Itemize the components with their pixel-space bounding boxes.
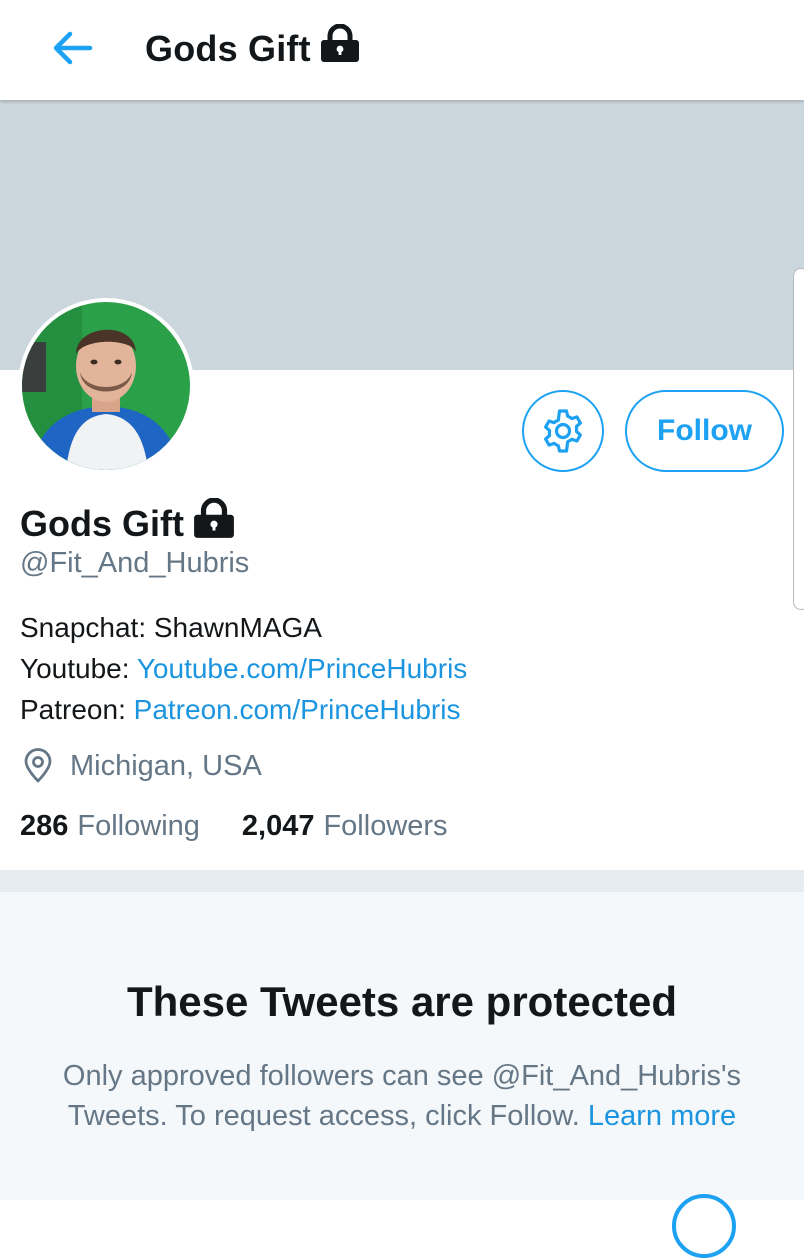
avatar[interactable] xyxy=(18,298,194,474)
page-title-text: Gods Gift xyxy=(145,27,311,69)
protected-title: These Tweets are protected xyxy=(126,978,678,1025)
bio-patreon: Patreon: Patreon.com/PrinceHubris xyxy=(20,689,467,730)
location-text: Michigan, USA xyxy=(70,749,262,782)
profile-bio: Snapchat: ShawnMAGA Youtube: Youtube.com… xyxy=(20,607,467,730)
protected-line-2: Tweets. To request access, click Follow.… xyxy=(0,1096,804,1136)
bio-youtube: Youtube: Youtube.com/PrinceHubris xyxy=(20,648,467,689)
profile-display-name: Gods Gift xyxy=(20,497,236,549)
compose-fab[interactable] xyxy=(672,1194,736,1258)
lock-icon xyxy=(319,23,361,73)
scroll-indicator[interactable] xyxy=(793,268,804,610)
follow-button[interactable]: Follow xyxy=(625,390,784,472)
profile-settings-button[interactable] xyxy=(522,390,604,472)
section-divider xyxy=(0,870,804,892)
following-stat[interactable]: 286 Following xyxy=(20,810,200,843)
protected-line-2-text: Tweets. To request access, click Follow. xyxy=(67,1100,580,1132)
bio-snapchat: Snapchat: ShawnMAGA xyxy=(20,612,322,643)
bio-youtube-prefix: Youtube: xyxy=(20,653,137,684)
protected-tweets-section xyxy=(0,892,804,1200)
protected-line-1: Only approved followers can see @Fit_And… xyxy=(62,1060,742,1092)
bio-patreon-prefix: Patreon: xyxy=(20,694,134,725)
display-name-text: Gods Gift xyxy=(20,502,184,544)
follow-button-label: Follow xyxy=(657,414,752,447)
profile-location: Michigan, USA xyxy=(20,748,262,784)
learn-more-link[interactable]: Learn more xyxy=(588,1100,736,1132)
followers-label: Followers xyxy=(323,810,448,842)
followers-stat[interactable]: 2,047 Followers xyxy=(242,810,448,843)
top-app-bar: Gods Gift xyxy=(0,0,804,100)
arrow-left-icon xyxy=(53,31,93,65)
profile-stats: 286 Following 2,047 Followers xyxy=(20,810,448,843)
following-label: Following xyxy=(77,810,200,842)
patreon-link[interactable]: Patreon.com/PrinceHubris xyxy=(134,694,461,725)
protected-message: Only approved followers can see @Fit_And… xyxy=(0,1056,804,1136)
avatar-image xyxy=(22,302,190,470)
protected-lock-icon xyxy=(192,497,236,549)
followers-count: 2,047 xyxy=(241,810,315,842)
location-pin-icon xyxy=(24,748,52,783)
back-button[interactable] xyxy=(48,26,96,70)
page-title: Gods Gift xyxy=(145,23,361,73)
youtube-link[interactable]: Youtube.com/PrinceHubris xyxy=(137,653,467,684)
profile-handle: @Fit_And_Hubris xyxy=(20,547,250,579)
following-count: 286 xyxy=(20,810,69,842)
gear-icon xyxy=(544,409,582,453)
